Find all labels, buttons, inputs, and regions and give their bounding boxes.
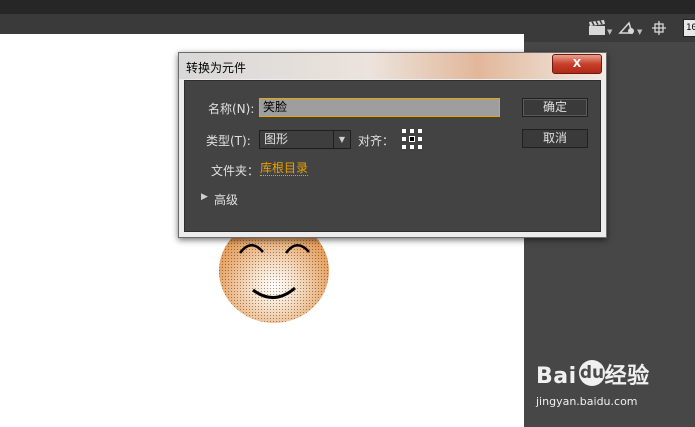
folder-label: 文件夹： [211,164,260,178]
registration-grid-icon[interactable] [402,129,422,149]
convert-to-symbol-dialog: 转换为元件 X 名称(N): 笑脸 类型(T): 图形 ▼ 对齐： 文件夹： 库… [178,52,607,238]
center-stage-icon[interactable] [651,18,667,38]
library-root-link[interactable]: 库根目录 [260,161,309,176]
dialog-title-bar[interactable]: 转换为元件 X [179,53,606,79]
dialog-title: 转换为元件 [186,61,247,75]
rotate-tool-icon[interactable]: ▼ [618,18,642,38]
type-select-value: 图形 [264,132,289,146]
cancel-button[interactable]: 取消 [522,129,588,148]
type-label: 类型(T): [206,134,251,148]
app-top-bar [0,0,695,14]
name-input[interactable]: 笑脸 [259,98,500,117]
watermark-url: jingyan.baidu.com [536,395,638,408]
align-label: 对齐： [358,134,395,148]
advanced-toggle[interactable]: 高级 [214,191,238,208]
paw-logo-icon: du [579,360,605,386]
zoom-field[interactable]: 10 [683,19,695,37]
dialog-body: 名称(N): 笑脸 类型(T): 图形 ▼ 对齐： 文件夹： 库根目录 ▶ 高级… [184,80,601,232]
chevron-down-icon[interactable]: ▼ [333,131,350,148]
chevron-down-icon[interactable]: ▼ [607,28,612,36]
name-label: 名称(N): [208,102,255,116]
ok-button[interactable]: 确定 [522,98,588,117]
clapperboard-icon[interactable]: ▼ [588,18,612,38]
chevron-down-icon[interactable]: ▼ [637,28,642,36]
close-button[interactable]: X [552,54,602,74]
baidu-watermark: Bai 经验 du jingyan.baidu.com [534,350,684,415]
expand-arrow-icon[interactable]: ▶ [201,192,208,202]
type-select[interactable]: 图形 ▼ [259,130,351,149]
